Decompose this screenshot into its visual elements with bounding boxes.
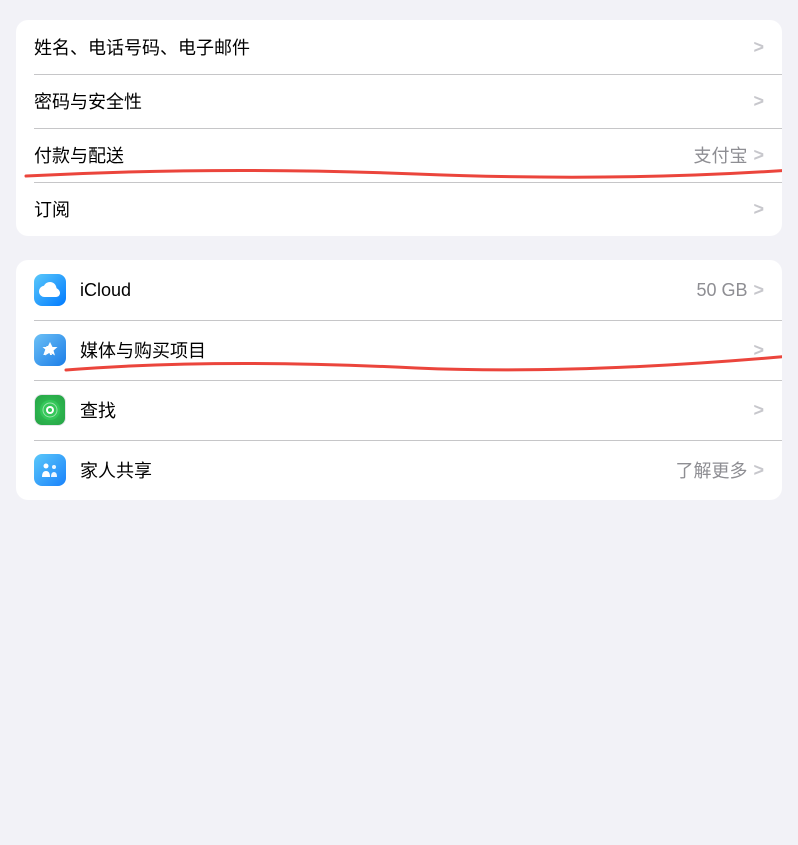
find-my-row[interactable]: 查找 >: [16, 380, 782, 440]
media-purchases-row[interactable]: A 媒体与购买项目 >: [16, 320, 782, 380]
account-settings-group: 姓名、电话号码、电子邮件 > 密码与安全性 > 付款与配送 支付宝 > 订阅 >: [16, 20, 782, 236]
find-my-label: 查找: [80, 397, 747, 423]
name-phone-email-row[interactable]: 姓名、电话号码、电子邮件 >: [16, 20, 782, 74]
family-sharing-label: 家人共享: [80, 457, 675, 483]
family-sharing-value: 了解更多: [675, 457, 747, 483]
name-phone-email-label: 姓名、电话号码、电子邮件: [34, 34, 747, 60]
chevron-icon: >: [753, 400, 764, 421]
chevron-icon: >: [753, 280, 764, 301]
family-sharing-row[interactable]: 家人共享 了解更多 >: [16, 440, 782, 500]
services-group: iCloud 50 GB > A 媒体与购买项目 >: [16, 260, 782, 500]
payment-delivery-value: 支付宝: [693, 142, 747, 168]
icloud-row[interactable]: iCloud 50 GB >: [16, 260, 782, 320]
chevron-icon: >: [753, 145, 764, 166]
subscriptions-label: 订阅: [34, 196, 747, 222]
chevron-icon: >: [753, 91, 764, 112]
icloud-label: iCloud: [80, 280, 696, 301]
chevron-icon: >: [753, 460, 764, 481]
chevron-icon: >: [753, 37, 764, 58]
account-group: 姓名、电话号码、电子邮件 > 密码与安全性 > 付款与配送 支付宝 > 订阅 >: [16, 20, 782, 236]
payment-delivery-row[interactable]: 付款与配送 支付宝 >: [16, 128, 782, 182]
svg-text:A: A: [43, 343, 53, 358]
icloud-icon: [34, 274, 66, 306]
icloud-storage-value: 50 GB: [696, 280, 747, 301]
appstore-icon: A: [34, 334, 66, 366]
payment-delivery-label: 付款与配送: [34, 142, 693, 168]
services-settings-group: iCloud 50 GB > A 媒体与购买项目 >: [16, 260, 782, 500]
findmy-icon: [34, 394, 66, 426]
chevron-icon: >: [753, 340, 764, 361]
password-security-row[interactable]: 密码与安全性 >: [16, 74, 782, 128]
subscriptions-row[interactable]: 订阅 >: [16, 182, 782, 236]
password-security-label: 密码与安全性: [34, 88, 747, 114]
chevron-icon: >: [753, 199, 764, 220]
media-purchases-label: 媒体与购买项目: [80, 337, 747, 363]
family-sharing-icon: [34, 454, 66, 486]
